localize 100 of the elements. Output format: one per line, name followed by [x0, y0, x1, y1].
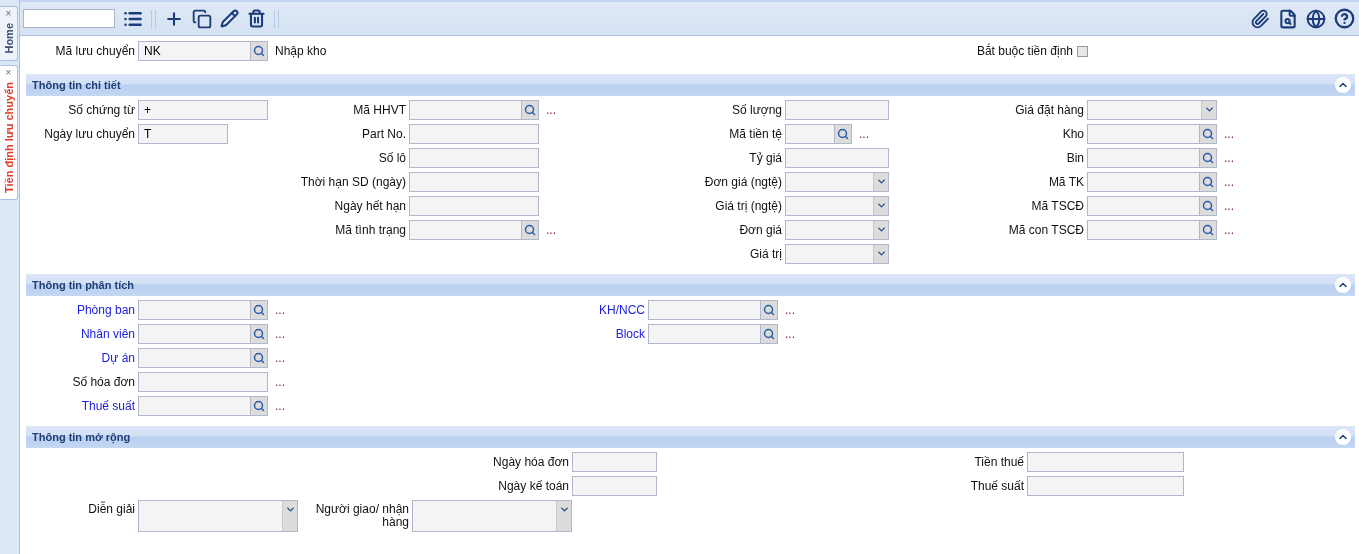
search-button[interactable]	[1199, 124, 1217, 144]
search-button[interactable]	[250, 396, 268, 416]
field-label[interactable]: Block	[520, 327, 645, 341]
input-field[interactable]	[138, 372, 268, 392]
collapse-button[interactable]	[1335, 77, 1351, 93]
search-button[interactable]	[1199, 196, 1217, 216]
more-link[interactable]: ...	[275, 351, 285, 365]
more-link[interactable]: ...	[1224, 175, 1234, 189]
collapse-button[interactable]	[1335, 277, 1351, 293]
field-label: Giá đặt hàng	[1014, 103, 1084, 117]
search-button[interactable]	[250, 41, 268, 61]
more-link[interactable]: ...	[1224, 151, 1234, 165]
dropdown-field[interactable]	[785, 196, 889, 216]
search-icon	[524, 224, 536, 236]
search-button[interactable]	[250, 300, 268, 320]
input-field[interactable]	[409, 100, 521, 120]
input-field[interactable]	[138, 348, 250, 368]
dropdown-field[interactable]	[785, 220, 889, 240]
input-field[interactable]	[138, 300, 250, 320]
input-field[interactable]	[648, 300, 760, 320]
search-button[interactable]	[760, 300, 778, 320]
input-field[interactable]	[1087, 196, 1199, 216]
chevron-down-icon	[1203, 104, 1215, 115]
more-link[interactable]: ...	[275, 327, 285, 341]
field-label: Mã tiền tệ	[728, 127, 782, 141]
input-field[interactable]: +	[138, 100, 268, 120]
input-field[interactable]	[138, 324, 250, 344]
more-link[interactable]: ...	[546, 103, 556, 117]
field-label: Mã TK	[1047, 175, 1084, 189]
search-button[interactable]	[760, 324, 778, 344]
field-label: Thời hạn SD (ngày)	[299, 175, 406, 189]
search-button[interactable]	[1199, 148, 1217, 168]
more-link[interactable]: ...	[546, 223, 556, 237]
attach-button[interactable]	[1250, 8, 1270, 29]
search-button[interactable]	[521, 100, 539, 120]
search-button[interactable]	[1199, 220, 1217, 240]
more-link[interactable]: ...	[859, 127, 869, 141]
copy-button[interactable]	[192, 8, 212, 29]
field-label[interactable]: Thuế suất	[26, 399, 135, 413]
search-button[interactable]	[1199, 172, 1217, 192]
input-field[interactable]	[572, 476, 657, 496]
more-link[interactable]: ...	[275, 303, 285, 317]
input-field[interactable]	[1087, 148, 1199, 168]
input-field[interactable]	[409, 148, 539, 168]
chevron-down-icon	[284, 504, 296, 515]
input-field[interactable]: T	[138, 124, 228, 144]
more-link[interactable]: ...	[785, 303, 795, 317]
field-label[interactable]: KH/NCC	[520, 303, 645, 317]
more-link[interactable]: ...	[275, 399, 285, 413]
search-field[interactable]	[23, 9, 115, 28]
field-label: Số chứng từ	[67, 103, 135, 117]
dropdown-field[interactable]	[138, 500, 298, 532]
input-field[interactable]	[648, 324, 760, 344]
search-button[interactable]	[250, 324, 268, 344]
input-field[interactable]	[785, 148, 889, 168]
close-button[interactable]: ×	[5, 67, 12, 78]
input-field[interactable]: NK	[138, 41, 250, 61]
input-field[interactable]	[1027, 452, 1184, 472]
more-link[interactable]: ...	[785, 327, 795, 341]
help-button[interactable]	[1334, 8, 1355, 29]
input-field[interactable]	[138, 396, 250, 416]
more-link[interactable]: ...	[1224, 199, 1234, 213]
collapse-button[interactable]	[1335, 429, 1351, 445]
field-label[interactable]: Dự án	[26, 351, 135, 365]
side-tab[interactable]: × Home	[0, 6, 18, 61]
dropdown-field[interactable]	[785, 172, 889, 192]
dropdown-field[interactable]	[785, 244, 889, 264]
close-button[interactable]: ×	[5, 9, 12, 19]
field-label: Diễn giải	[87, 500, 135, 516]
input-field[interactable]	[409, 220, 521, 240]
search-button[interactable]	[521, 220, 539, 240]
checkbox-label: Bắt buộc tiền định	[976, 44, 1073, 58]
input-field[interactable]	[409, 124, 539, 144]
input-field[interactable]	[1027, 476, 1184, 496]
input-field[interactable]	[572, 452, 657, 472]
more-link[interactable]: ...	[1224, 127, 1234, 141]
input-field[interactable]	[1087, 124, 1199, 144]
delete-button[interactable]	[247, 9, 266, 28]
checkbox[interactable]	[1077, 45, 1088, 57]
search-button[interactable]	[250, 348, 268, 368]
field-label[interactable]: Nhân viên	[26, 327, 135, 341]
more-link[interactable]: ...	[1224, 223, 1234, 237]
search-icon	[1202, 176, 1214, 188]
dropdown-field[interactable]	[412, 500, 572, 532]
more-link[interactable]: ...	[275, 375, 285, 389]
field-label[interactable]: Phòng ban	[26, 303, 135, 317]
input-field[interactable]	[785, 124, 834, 144]
language-button[interactable]	[1306, 8, 1326, 29]
input-field[interactable]	[1087, 172, 1199, 192]
input-field[interactable]	[1087, 220, 1199, 240]
input-field[interactable]	[409, 172, 539, 192]
preview-button[interactable]	[1278, 8, 1298, 29]
search-button[interactable]	[834, 124, 852, 144]
field-label: Số hóa đơn	[71, 375, 135, 389]
input-field[interactable]	[409, 196, 539, 216]
search-icon	[1202, 224, 1214, 236]
edit-button[interactable]	[220, 9, 239, 28]
input-field[interactable]	[785, 100, 889, 120]
side-tab[interactable]: × Tiền định lưu chuyển	[0, 64, 18, 200]
dropdown-field[interactable]	[1087, 100, 1217, 120]
